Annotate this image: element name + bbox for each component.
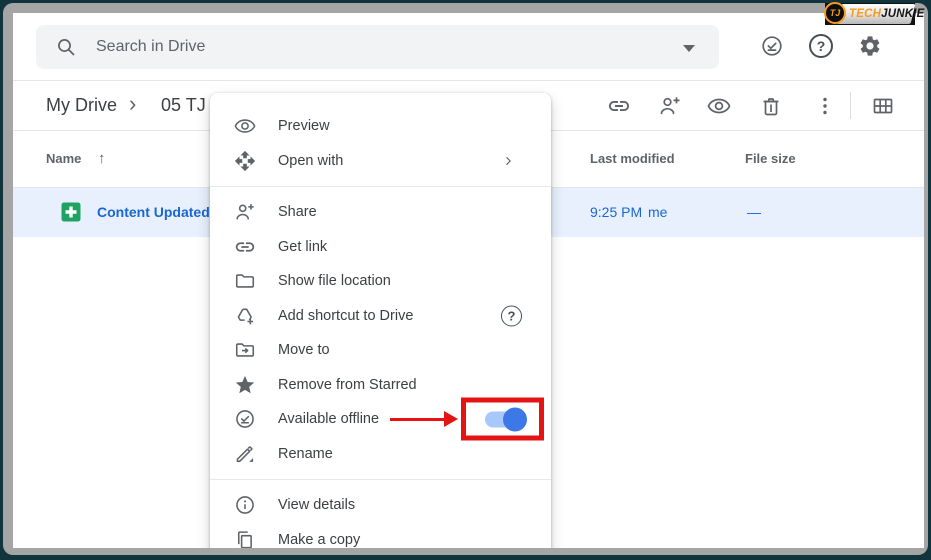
submenu-chevron-icon xyxy=(500,153,516,169)
breadcrumb-chevron-icon: › xyxy=(129,81,136,130)
help-icon[interactable]: ? xyxy=(809,34,833,58)
copy-icon xyxy=(234,529,256,548)
available-offline-toggle[interactable] xyxy=(485,407,527,431)
menu-item-available-offline[interactable]: Available offline xyxy=(210,402,551,437)
menu-item-label: Rename xyxy=(278,446,333,462)
context-menu: Preview Open with Share Get link xyxy=(210,93,551,548)
add-shortcut-to-drive-icon xyxy=(234,305,256,327)
menu-item-share[interactable]: Share xyxy=(210,195,551,230)
menu-separator xyxy=(210,479,551,480)
annotation-arrow-icon xyxy=(390,411,458,427)
search-placeholder: Search in Drive xyxy=(96,25,205,69)
grid-view-icon[interactable] xyxy=(871,94,895,118)
menu-item-open-with[interactable]: Open with xyxy=(210,144,551,179)
logo-tj-circle-icon: TJ xyxy=(824,2,846,24)
window-frame: Search in Drive ? My Drive › 05 TJ xyxy=(3,3,928,555)
folder-icon xyxy=(234,270,256,292)
menu-item-label: Available offline xyxy=(278,411,379,427)
file-name[interactable]: Content Updated xyxy=(97,188,210,237)
help-icon[interactable]: ? xyxy=(501,305,522,326)
logo-tech-label: TECH xyxy=(849,8,881,20)
app-header: Search in Drive ? xyxy=(13,13,924,81)
drive-app: Search in Drive ? My Drive › 05 TJ xyxy=(13,13,924,548)
menu-item-make-a-copy[interactable]: Make a copy xyxy=(210,523,551,549)
breadcrumb-my-drive[interactable]: My Drive xyxy=(46,81,117,130)
menu-item-label: Remove from Starred xyxy=(278,377,417,393)
techjunkie-logo: TECHJUNKIE TJ xyxy=(825,3,915,25)
get-link-icon xyxy=(234,236,256,258)
logo-tj-label: TJ xyxy=(830,8,841,18)
menu-item-show-file-location[interactable]: Show file location xyxy=(210,264,551,299)
menu-item-view-details[interactable]: View details xyxy=(210,488,551,523)
offline-ready-icon[interactable] xyxy=(760,34,784,58)
search-input[interactable]: Search in Drive xyxy=(36,25,719,69)
trash-icon[interactable] xyxy=(759,94,783,118)
file-size: — xyxy=(747,188,761,237)
share-person-add-icon[interactable] xyxy=(658,94,682,118)
column-name[interactable]: Name xyxy=(46,131,81,186)
file-owner: me xyxy=(648,188,667,237)
menu-item-label: View details xyxy=(278,497,355,513)
search-icon xyxy=(54,35,78,59)
dropdown-caret-icon[interactable] xyxy=(683,45,695,52)
breadcrumb-current-folder[interactable]: 05 TJ xyxy=(161,81,206,130)
help-glyph: ? xyxy=(508,308,516,323)
column-file-size[interactable]: File size xyxy=(745,131,796,186)
file-last-modified: 9:25 PM xyxy=(590,188,642,237)
menu-item-label: Share xyxy=(278,204,317,220)
settings-gear-icon[interactable] xyxy=(858,34,882,58)
menu-item-get-link[interactable]: Get link xyxy=(210,230,551,265)
browser-window: Search in Drive ? My Drive › 05 TJ xyxy=(0,0,931,560)
menu-item-preview[interactable]: Preview xyxy=(210,109,551,144)
menu-item-label: Make a copy xyxy=(278,532,360,548)
column-last-modified[interactable]: Last modified xyxy=(590,131,675,186)
share-person-add-icon xyxy=(234,201,256,223)
rename-pencil-icon xyxy=(234,443,256,465)
menu-item-label: Add shortcut to Drive xyxy=(278,308,413,324)
open-with-icon xyxy=(234,150,256,172)
star-icon xyxy=(234,374,256,396)
annotation-highlight-box xyxy=(461,398,544,441)
sheets-file-icon xyxy=(59,200,83,224)
sort-ascending-icon[interactable]: ↑ xyxy=(98,131,106,186)
toggle-knob xyxy=(503,407,527,431)
move-to-folder-icon xyxy=(234,339,256,361)
help-glyph: ? xyxy=(817,38,826,54)
get-link-icon[interactable] xyxy=(607,94,631,118)
offline-pin-icon xyxy=(234,408,256,430)
logo-junkie-label: JUNKIE xyxy=(881,8,924,20)
menu-item-rename[interactable]: Rename xyxy=(210,437,551,472)
preview-eye-icon[interactable] xyxy=(707,94,731,118)
toolbar-divider xyxy=(850,92,851,119)
menu-item-label: Get link xyxy=(278,239,327,255)
menu-item-label: Open with xyxy=(278,153,343,169)
menu-item-add-shortcut-to-drive[interactable]: Add shortcut to Drive ? xyxy=(210,299,551,334)
menu-item-move-to[interactable]: Move to xyxy=(210,333,551,368)
info-icon xyxy=(234,494,256,516)
menu-separator xyxy=(210,186,551,187)
menu-item-label: Show file location xyxy=(278,273,391,289)
more-vertical-icon[interactable] xyxy=(813,94,837,118)
logo-text: TECHJUNKIE xyxy=(849,3,925,25)
preview-eye-icon xyxy=(234,115,256,137)
menu-item-label: Move to xyxy=(278,342,330,358)
menu-item-label: Preview xyxy=(278,118,330,134)
